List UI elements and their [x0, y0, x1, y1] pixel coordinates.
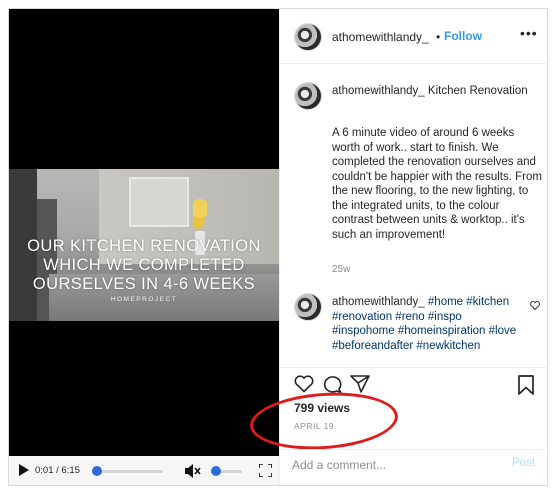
volume-handle[interactable]: [211, 466, 221, 476]
post-actions: [280, 367, 548, 397]
video-overlay-text: OUR KITCHEN RENOVATION WHICH WE COMPLETE…: [9, 237, 279, 294]
mute-icon[interactable]: [185, 464, 201, 478]
caption-username[interactable]: athomewithlandy_: [332, 85, 425, 97]
post-date: APRIL 19: [294, 421, 335, 431]
play-icon[interactable]: [19, 464, 29, 476]
flowers: [193, 199, 207, 231]
video-frame[interactable]: OUR KITCHEN RENOVATION WHICH WE COMPLETE…: [9, 169, 279, 321]
video-time: 0:01 / 6:15: [35, 465, 80, 476]
overlay-line-3: OURSELVES IN 4-6 WEEKS: [32, 275, 256, 293]
video-player[interactable]: OUR KITCHEN RENOVATION WHICH WE COMPLETE…: [9, 9, 279, 485]
separator-dot: •: [436, 30, 441, 44]
comment-icon[interactable]: [322, 375, 342, 393]
more-options-icon[interactable]: •••: [520, 25, 538, 41]
seek-handle[interactable]: [92, 466, 102, 476]
caption-title-text: Kitchen Renovation: [427, 85, 528, 97]
comment-like-icon[interactable]: [530, 301, 540, 310]
avatar[interactable]: [294, 82, 322, 110]
post-sidebar: athomewithlandy_ • Follow ••• athomewith…: [248, 9, 548, 485]
view-count[interactable]: 799 views: [294, 401, 350, 415]
instagram-post: OUR KITCHEN RENOVATION WHICH WE COMPLETE…: [8, 8, 548, 486]
avatar[interactable]: [294, 23, 322, 51]
comment-input[interactable]: [292, 455, 492, 475]
share-icon[interactable]: [350, 375, 370, 393]
caption-body: A 6 minute video of around 6 weeks worth…: [332, 127, 542, 241]
seek-bar[interactable]: [93, 470, 163, 473]
post-header: athomewithlandy_ • Follow •••: [280, 9, 548, 64]
save-icon[interactable]: [518, 375, 534, 395]
overlay-subtitle: HOMEPROJECT: [110, 296, 178, 303]
kitchen-window: [129, 177, 189, 227]
overlay-line-2: WHICH WE COMPLETED: [43, 256, 245, 274]
like-icon[interactable]: [294, 375, 314, 393]
comment-text: athomewithlandy_ #home #kitchen #renovat…: [332, 295, 522, 353]
header-username[interactable]: athomewithlandy_: [332, 30, 429, 44]
avatar[interactable]: [294, 293, 322, 321]
fullscreen-icon[interactable]: [259, 464, 272, 477]
caption-title: athomewithlandy_ Kitchen Renovation: [332, 84, 532, 99]
overlay-line-1: OUR KITCHEN RENOVATION: [27, 237, 261, 255]
comment-username[interactable]: athomewithlandy_: [332, 296, 425, 308]
caption-timestamp: 25w: [332, 264, 351, 275]
post-comment-button[interactable]: Post: [512, 457, 535, 469]
follow-button[interactable]: Follow: [444, 29, 482, 43]
